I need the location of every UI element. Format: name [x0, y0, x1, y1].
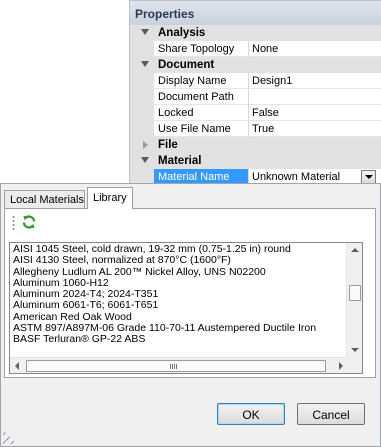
scroll-right-icon[interactable]	[339, 362, 343, 370]
property-value[interactable]: False	[249, 105, 381, 121]
property-share-topology[interactable]: Share Topology None	[130, 41, 381, 57]
vertical-scrollbar[interactable]	[346, 243, 362, 357]
collapse-triangle-icon[interactable]	[141, 157, 149, 163]
scroll-left-icon[interactable]	[15, 362, 19, 370]
toolbar-grip	[12, 215, 15, 230]
horizontal-scrollbar[interactable]	[10, 357, 348, 373]
property-name: Share Topology	[154, 41, 249, 57]
property-value[interactable]: None	[249, 41, 381, 57]
category-document[interactable]: Document	[130, 57, 381, 73]
refresh-icon[interactable]	[21, 214, 37, 230]
list-item[interactable]: BASF Terluran® GP-22 ABS	[10, 334, 348, 345]
category-label: Material	[158, 155, 202, 167]
property-name: Use File Name	[154, 121, 249, 137]
horizontal-scroll-thumb[interactable]	[26, 360, 326, 372]
property-value[interactable]: Design1	[249, 73, 381, 89]
material-dropdown-button[interactable]	[361, 170, 376, 184]
property-name: Document Path	[154, 89, 249, 105]
property-display-name[interactable]: Display Name Design1	[130, 73, 381, 89]
property-locked[interactable]: Locked False	[130, 105, 381, 121]
material-dropdown-panel: Local Materials Library AISI 1045 Steel,…	[0, 183, 381, 447]
category-label: Analysis	[158, 27, 206, 39]
material-list-items: AISI 1045 Steel, cold drawn, 19-32 mm (0…	[10, 244, 348, 357]
material-list[interactable]: AISI 1045 Steel, cold drawn, 19-32 mm (0…	[9, 242, 363, 374]
tab-library[interactable]: Library	[87, 187, 133, 209]
property-value[interactable]	[249, 89, 381, 105]
properties-panel: Properties Analysis Share Topology None …	[129, 0, 381, 200]
vertical-scroll-thumb[interactable]	[349, 285, 361, 301]
property-name: Locked	[154, 105, 249, 121]
category-analysis[interactable]: Analysis	[130, 25, 381, 41]
chevron-down-icon	[365, 175, 373, 179]
scroll-down-icon[interactable]	[351, 348, 359, 352]
property-use-file-name[interactable]: Use File Name True	[130, 121, 381, 137]
category-file[interactable]: File	[130, 137, 381, 153]
property-name: Display Name	[154, 73, 249, 89]
expand-triangle-icon[interactable]	[143, 141, 148, 149]
cancel-button[interactable]: Cancel	[297, 403, 365, 425]
category-label: File	[158, 139, 178, 151]
scrollbar-corner	[346, 357, 362, 373]
tab-strip: Local Materials Library	[4, 187, 376, 209]
tab-local-materials[interactable]: Local Materials	[4, 190, 85, 209]
collapse-triangle-icon[interactable]	[141, 61, 149, 67]
scroll-up-icon[interactable]	[351, 248, 359, 252]
resize-grip-icon[interactable]	[3, 430, 17, 444]
list-item[interactable]: AISI 4130 Steel, normalized at 870°C (16…	[10, 255, 348, 266]
property-grid: Analysis Share Topology None Document Di…	[130, 25, 381, 185]
ok-button[interactable]: OK	[217, 403, 285, 425]
toolbar	[9, 213, 369, 233]
category-material[interactable]: Material	[130, 153, 381, 169]
property-value[interactable]: True	[249, 121, 381, 137]
property-document-path[interactable]: Document Path	[130, 89, 381, 105]
library-tab-page: AISI 1045 Steel, cold drawn, 19-32 mm (0…	[4, 208, 376, 378]
properties-title: Properties	[130, 1, 381, 25]
category-label: Document	[158, 59, 215, 71]
collapse-triangle-icon[interactable]	[141, 29, 149, 35]
